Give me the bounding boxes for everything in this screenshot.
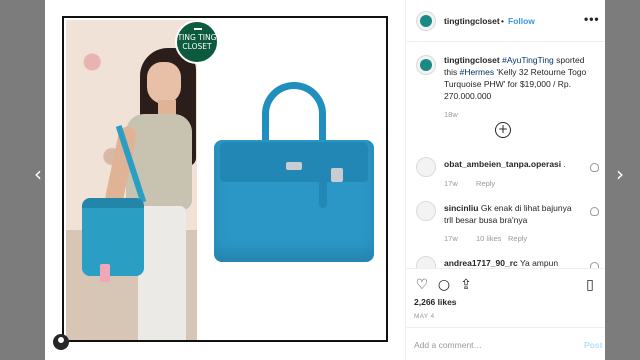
previous-post-arrow-icon[interactable]: ‹ [30,162,46,186]
post-media[interactable]: TING TING CLOSET [45,0,405,360]
reply-button[interactable]: Reply [508,234,527,243]
logo-line-1: TING TING [177,33,217,42]
comment-avatar[interactable] [416,201,436,221]
caption-age: 18w [444,110,458,119]
post-header: tingtingcloset • Follow ••• [406,0,605,42]
caption-hashtag[interactable]: #Hermes [460,67,494,77]
phone [100,264,110,282]
next-post-arrow-icon[interactable]: › [612,162,628,186]
bag-handle [262,82,326,142]
product-handbag [214,82,374,272]
comment-bubble-icon[interactable]: ○ [436,277,452,293]
post-side-panel: tingtingcloset • Follow ••• tingtingclos… [405,0,605,360]
comment-avatar[interactable] [416,157,436,177]
more-options-icon[interactable]: ••• [584,12,600,26]
comment-like-icon[interactable] [590,207,599,216]
bag-clochette [319,180,327,208]
post-comment-button[interactable]: Post [584,340,602,350]
padlock-icon [331,168,343,182]
caption-username[interactable]: tingtingcloset [444,55,500,65]
crown-icon [194,25,202,30]
add-comment-input[interactable] [414,337,574,353]
post-date: MAY 4 [414,313,435,320]
model-top [126,114,192,210]
comment-likes-count[interactable]: 10 likes [476,234,501,243]
tingting-closet-logo: TING TING CLOSET [175,20,219,64]
handbag-in-photo [82,198,144,276]
caption-avatar[interactable] [416,55,436,75]
post-modal: TING TING CLOSET tingtingcloset • Follow… [45,0,605,360]
add-comment-bar: Post [406,327,605,360]
comment-item: sincinliu Gk enak di lihat bajunya trll … [444,202,582,226]
post-caption: tingtingcloset #AyuTingTing sported this… [444,54,600,102]
like-heart-icon[interactable]: ♡ [414,277,430,293]
reply-button[interactable]: Reply [476,179,495,188]
save-bookmark-icon[interactable]: ▯ [582,277,598,293]
comment-username[interactable]: andrea1717_90_rc [444,258,518,268]
comment-username[interactable]: obat_ambeien_tanpa.operasi [444,159,561,169]
caption-mention[interactable]: #AyuTingTing [502,55,554,65]
comment-text: Ya ampun [519,258,559,268]
likes-count[interactable]: 2,266 likes [414,297,457,307]
comment-age: 17w [444,179,458,188]
load-more-comments-icon[interactable]: + [495,122,511,138]
avatar[interactable] [416,11,436,31]
post-image-frame: TING TING CLOSET [62,16,388,342]
user-profile-icon[interactable] [53,334,69,350]
comment-item: obat_ambeien_tanpa.operasi . [444,158,582,170]
comment-text: . [563,159,566,169]
bag-clasp [286,162,302,170]
follow-button[interactable]: Follow [508,16,535,26]
model-pants [138,206,186,340]
comment-like-icon[interactable] [590,163,599,172]
comment-username[interactable]: sincinliu [444,203,478,213]
comment-age: 17w [444,234,458,243]
model-photo [66,20,197,340]
header-username[interactable]: tingtingcloset [444,16,500,26]
share-icon[interactable]: ⇪ [458,277,474,293]
post-actions: ♡ ○ ⇪ ▯ 2,266 likes MAY 4 Post [406,268,605,360]
model-face [147,62,181,104]
logo-line-2: CLOSET [182,42,212,51]
header-separator: • [501,16,504,26]
